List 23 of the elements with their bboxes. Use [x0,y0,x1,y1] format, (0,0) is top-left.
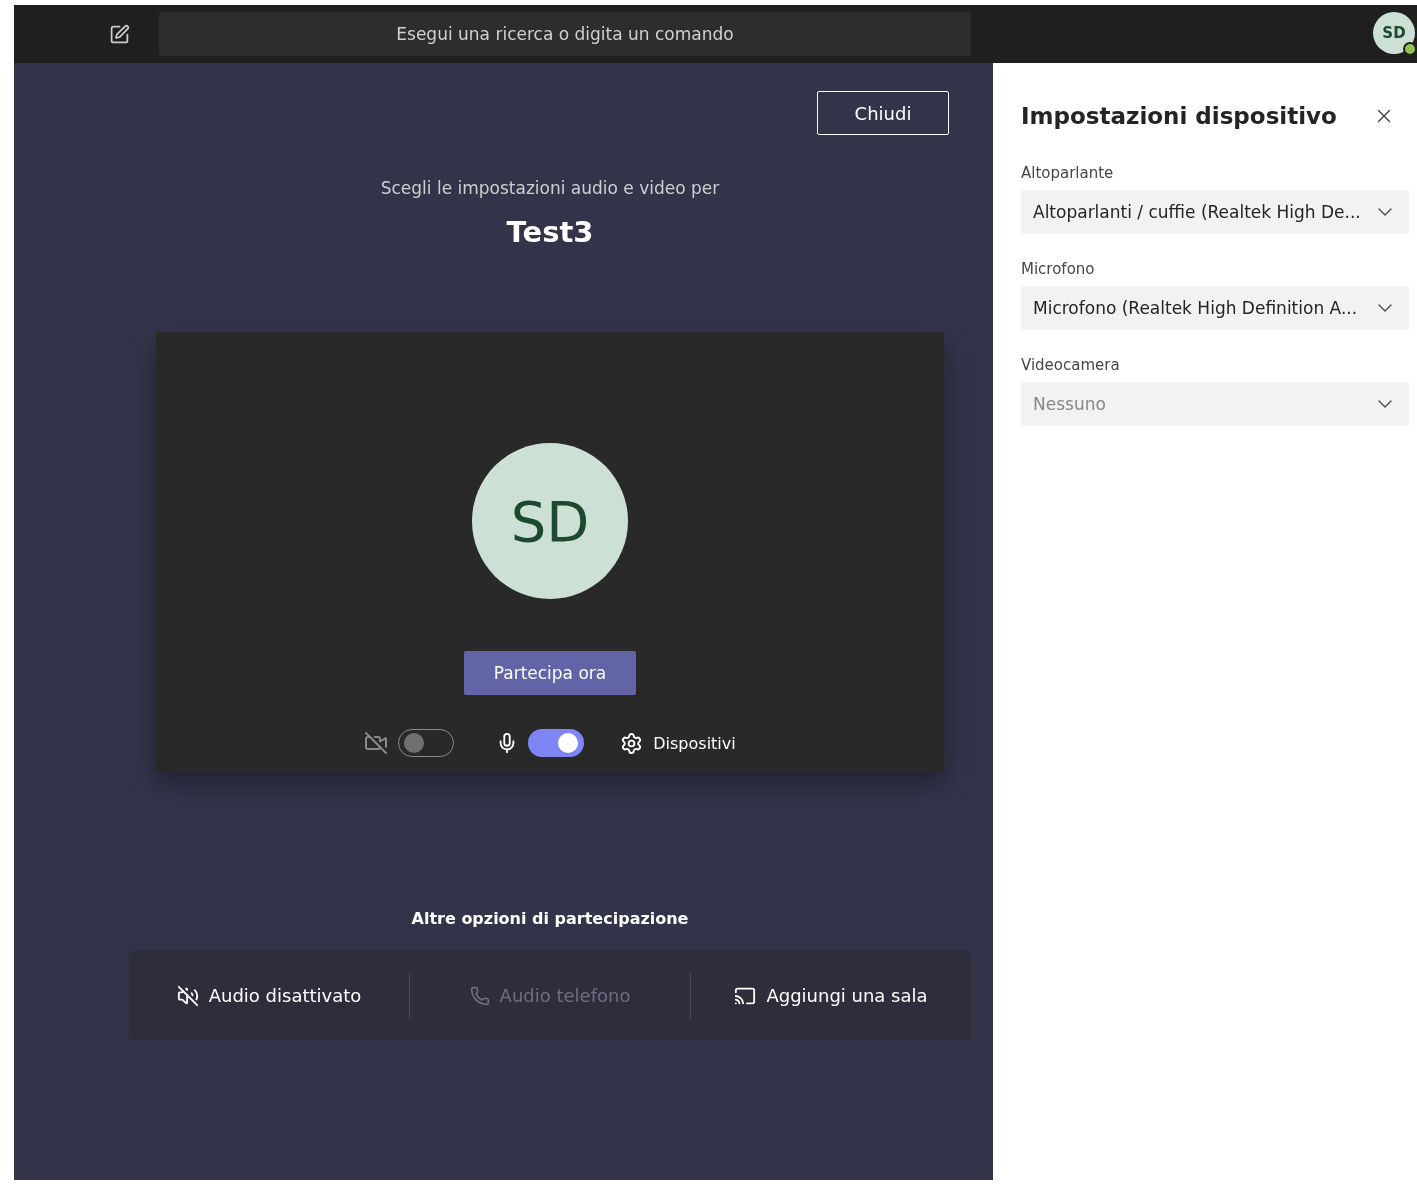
field-label: Microfono [1021,260,1096,278]
phone-icon [469,985,490,1006]
device-dropdown[interactable]: Microfono (Realtek High Definition A... [1021,286,1409,330]
speaker-muted-icon [176,984,199,1007]
prompt-text: Scegli le impostazioni audio e video per [380,177,720,199]
option-button[interactable]: Audio disattivato [129,951,409,1040]
panel-title: Impostazioni dispositivo [1021,103,1337,129]
join-button[interactable]: Partecipa ora [464,651,636,695]
microphone-toggle[interactable] [528,729,585,757]
gear-icon [620,731,644,755]
option-button[interactable]: Aggiungi una sala [691,951,971,1040]
devices-button[interactable]: Dispositivi [620,731,736,755]
field-label: Altoparlante [1021,164,1115,182]
meeting-title: Test3 [506,214,594,250]
section-title: Altre opzioni di partecipazione [411,909,689,929]
device-dropdown[interactable]: Altoparlanti / cuffie (Realtek High De... [1021,190,1409,234]
user-avatar[interactable]: SD [1373,12,1415,54]
compose-icon[interactable] [109,23,130,45]
close-button[interactable]: Chiudi [817,91,949,135]
search-field[interactable]: Esegui una ricerca o digita un comando [159,12,971,56]
avatar: SD [472,443,628,599]
camera-off-icon [364,731,389,755]
field-label: Videocamera [1021,356,1121,374]
